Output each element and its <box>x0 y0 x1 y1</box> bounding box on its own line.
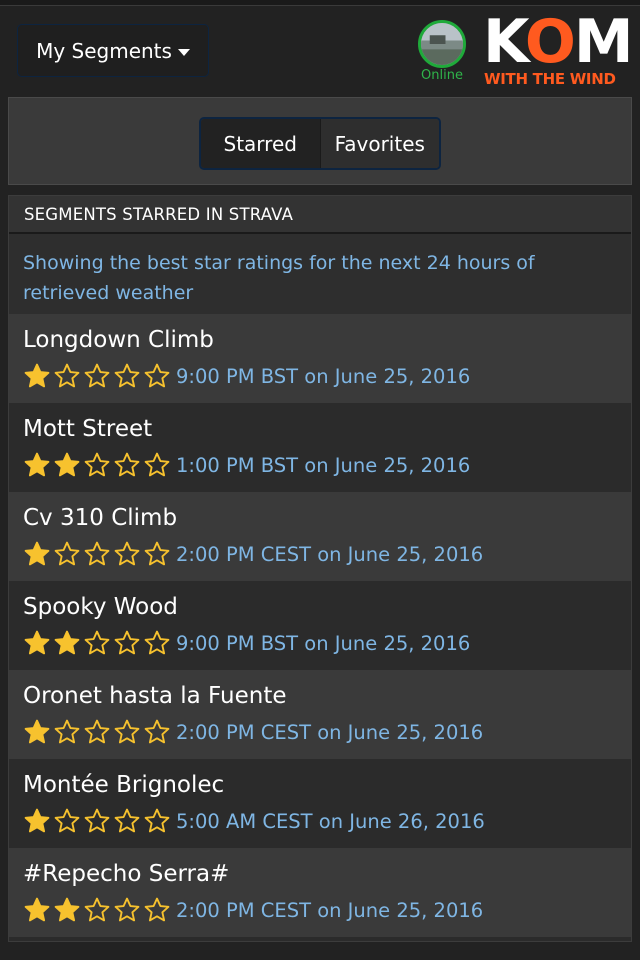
star-rating <box>23 629 171 657</box>
star-empty-icon <box>114 452 140 477</box>
segment-time: 5:00 AM CEST on June 26, 2016 <box>176 809 485 833</box>
segment-meta: 2:00 PM CEST on June 25, 2016 <box>23 892 617 928</box>
my-segments-menu-button[interactable]: My Segments <box>17 24 209 77</box>
chevron-down-icon <box>177 48 190 56</box>
segment-meta: 5:00 AM CEST on June 26, 2016 <box>23 803 617 839</box>
star-filled-icon <box>24 541 50 566</box>
star-empty-icon <box>144 897 170 922</box>
segments-panel: SEGMENTS STARRED IN STRAVA Showing the b… <box>8 195 632 942</box>
star-filled-icon <box>24 808 50 833</box>
segment-row[interactable]: Oronet hasta la Fuente 2:00 PM CEST on J… <box>9 670 631 759</box>
info-text: Showing the best star ratings for the ne… <box>9 234 631 314</box>
tab-favorites[interactable]: Favorites <box>319 119 439 168</box>
online-status: Online <box>421 68 463 83</box>
star-empty-icon <box>114 630 140 655</box>
star-rating <box>23 540 171 568</box>
star-empty-icon <box>114 897 140 922</box>
star-empty-icon <box>144 541 170 566</box>
star-empty-icon <box>144 808 170 833</box>
segment-row[interactable]: Cv 310 Climb 2:00 PM CEST on June 25, 20… <box>9 492 631 581</box>
logo-wordmark: KOM <box>483 7 634 77</box>
star-empty-icon <box>144 363 170 388</box>
star-empty-icon <box>84 719 110 744</box>
segment-time: 2:00 PM CEST on June 25, 2016 <box>176 898 484 922</box>
segment-row[interactable]: Spooky Wood 9:00 PM BST on June 25, 2016 <box>9 581 631 670</box>
star-rating <box>23 896 171 924</box>
star-filled-icon <box>24 719 50 744</box>
avatar-photo-icon <box>421 23 463 65</box>
star-filled-icon <box>54 897 80 922</box>
segment-list: Longdown Climb 9:00 PM BST on June 25, 2… <box>9 314 631 937</box>
segment-row[interactable]: Mott Street 1:00 PM BST on June 25, 2016 <box>9 403 631 492</box>
view-toggle: Starred Favorites <box>199 117 441 170</box>
star-empty-icon <box>114 363 140 388</box>
segment-name[interactable]: Longdown Climb <box>23 324 617 356</box>
star-empty-icon <box>84 808 110 833</box>
segment-row[interactable]: Longdown Climb 9:00 PM BST on June 25, 2… <box>9 314 631 403</box>
logo-tagline: WITH THE WIND <box>484 70 616 88</box>
star-empty-icon <box>114 719 140 744</box>
segment-meta: 1:00 PM BST on June 25, 2016 <box>23 447 617 483</box>
star-empty-icon <box>54 541 80 566</box>
segment-time: 2:00 PM CEST on June 25, 2016 <box>176 542 484 566</box>
segment-meta: 9:00 PM BST on June 25, 2016 <box>23 358 617 394</box>
panel-title: SEGMENTS STARRED IN STRAVA <box>9 196 631 234</box>
segment-row[interactable]: Montée Brignolec 5:00 AM CEST on June 26… <box>9 759 631 848</box>
star-filled-icon <box>54 452 80 477</box>
star-empty-icon <box>84 630 110 655</box>
segment-meta: 9:00 PM BST on June 25, 2016 <box>23 625 617 661</box>
star-empty-icon <box>54 808 80 833</box>
star-empty-icon <box>144 452 170 477</box>
app-header: My Segments Online KOM WITH THE WIND <box>0 6 640 96</box>
segment-meta: 2:00 PM CEST on June 25, 2016 <box>23 536 617 572</box>
kom-logo: KOM WITH THE WIND <box>483 12 634 90</box>
star-empty-icon <box>84 541 110 566</box>
star-empty-icon <box>84 897 110 922</box>
star-rating <box>23 362 171 390</box>
star-rating <box>23 807 171 835</box>
segment-time: 1:00 PM BST on June 25, 2016 <box>176 453 471 477</box>
segment-row[interactable]: #Repecho Serra# 2:00 PM CEST on June 25,… <box>9 848 631 937</box>
star-filled-icon <box>24 897 50 922</box>
star-filled-icon <box>24 363 50 388</box>
segment-name[interactable]: Oronet hasta la Fuente <box>23 680 617 712</box>
segment-name[interactable]: Spooky Wood <box>23 591 617 623</box>
star-empty-icon <box>114 808 140 833</box>
tab-starred[interactable]: Starred <box>201 119 320 168</box>
menu-label: My Segments <box>36 38 172 63</box>
star-empty-icon <box>144 719 170 744</box>
star-filled-icon <box>24 630 50 655</box>
segment-time: 9:00 PM BST on June 25, 2016 <box>176 364 471 388</box>
star-rating <box>23 718 171 746</box>
star-empty-icon <box>144 630 170 655</box>
segment-time: 2:00 PM CEST on June 25, 2016 <box>176 720 484 744</box>
star-empty-icon <box>114 541 140 566</box>
star-empty-icon <box>54 719 80 744</box>
tabs-panel: Starred Favorites <box>8 97 632 185</box>
segment-name[interactable]: Mott Street <box>23 413 617 445</box>
avatar[interactable] <box>418 20 466 68</box>
segment-name[interactable]: Cv 310 Climb <box>23 502 617 534</box>
star-empty-icon <box>84 363 110 388</box>
segment-meta: 2:00 PM CEST on June 25, 2016 <box>23 714 617 750</box>
star-rating <box>23 451 171 479</box>
segment-name[interactable]: #Repecho Serra# <box>23 858 617 890</box>
star-empty-icon <box>84 452 110 477</box>
star-empty-icon <box>54 363 80 388</box>
segment-time: 9:00 PM BST on June 25, 2016 <box>176 631 471 655</box>
star-filled-icon <box>54 630 80 655</box>
segment-name[interactable]: Montée Brignolec <box>23 769 617 801</box>
star-filled-icon <box>24 452 50 477</box>
